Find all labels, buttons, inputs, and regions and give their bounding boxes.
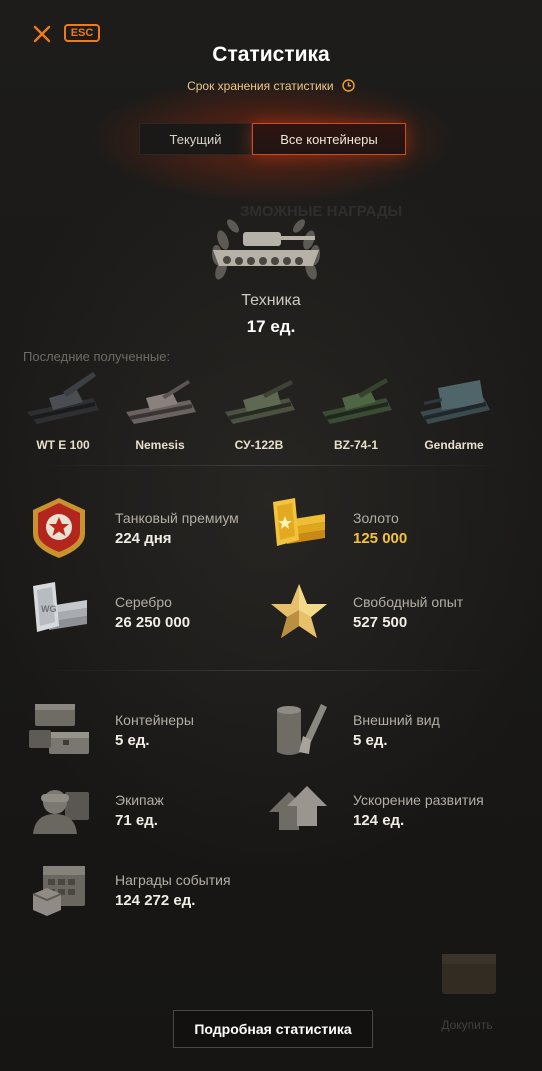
stat-value: 26 250 000: [115, 614, 191, 631]
customization-paint-icon: [277, 704, 327, 755]
stat-label: Ускорение развития: [353, 792, 484, 808]
tank-icon: [225, 380, 295, 424]
stat-silver: WG Серебро 26 250 000: [27, 580, 257, 644]
stat-free-xp: Свободный опыт 527 500: [265, 580, 495, 644]
recent-vehicle-card[interactable]: СУ-122В: [214, 368, 304, 458]
containers-icon: [29, 704, 89, 754]
divider: [30, 670, 510, 671]
retention-label: Срок хранения статистики: [187, 79, 334, 93]
stat-value: 125 000: [353, 530, 408, 547]
tank-icon: [420, 380, 490, 424]
tab-current[interactable]: Текущий: [139, 123, 252, 155]
tab-bar: Текущий Все контейнеры: [139, 123, 406, 155]
stat-label: Золото: [353, 510, 399, 526]
tab-all-containers[interactable]: Все контейнеры: [252, 123, 406, 155]
crew-icon: [33, 790, 89, 834]
stat-crew: Экипаж 71 ед.: [27, 778, 257, 842]
stat-label: Танковый премиум: [115, 510, 239, 526]
stat-label: Серебро: [115, 594, 172, 610]
esc-key-badge[interactable]: ESC: [64, 24, 100, 42]
stat-label: Свободный опыт: [353, 594, 464, 610]
silver-icon: WG: [33, 582, 87, 632]
buy-container-icon: [438, 948, 500, 1000]
stat-premium: Танковый премиум 224 дня: [27, 496, 257, 560]
tank-name: Nemesis: [135, 438, 185, 452]
event-rewards-calendar-icon: [32, 866, 85, 916]
stat-value: 5 ед.: [115, 732, 150, 749]
stat-containers: Контейнеры 5 ед.: [27, 698, 257, 762]
buy-more-label[interactable]: Докупить: [430, 1018, 504, 1032]
svg-text:WG: WG: [41, 604, 57, 614]
tank-icon: [322, 378, 392, 424]
stat-gold: Золото 125 000: [265, 496, 495, 560]
tank-icon: [27, 372, 99, 424]
detailed-stats-button[interactable]: Подробная статистика: [173, 1010, 373, 1048]
stat-value: 124 272 ед.: [115, 892, 196, 909]
recent-vehicle-card[interactable]: Nemesis: [115, 368, 205, 458]
stat-value: 5 ед.: [353, 732, 388, 749]
recent-vehicles-label: Последние полученные:: [23, 349, 171, 364]
stat-value: 124 ед.: [353, 812, 405, 829]
tank-name: Gendarme: [424, 438, 484, 452]
vehicles-label: Техника: [241, 292, 301, 309]
tank-name: СУ-122В: [234, 438, 284, 452]
stat-label: Награды события: [115, 872, 231, 888]
clock-icon[interactable]: [342, 79, 355, 92]
stat-event-rewards: Награды события 124 272 ед.: [27, 858, 257, 922]
stat-acceleration: Ускорение развития 124 ед.: [265, 778, 495, 842]
acceleration-arrows-icon: [269, 786, 327, 830]
vehicles-count: 17 ед.: [246, 317, 296, 336]
recent-vehicle-card[interactable]: WT E 100: [18, 368, 108, 458]
free-xp-star-icon: [271, 584, 327, 638]
tank-icon: [126, 380, 196, 424]
recent-vehicle-card[interactable]: Gendarme: [409, 368, 499, 458]
stat-customization: Внешний вид 5 ед.: [265, 698, 495, 762]
gold-icon: [273, 498, 325, 546]
recent-vehicle-card[interactable]: BZ-74-1: [311, 368, 401, 458]
stat-label: Контейнеры: [115, 712, 194, 728]
tank-name: WT E 100: [36, 438, 90, 452]
stat-label: Экипаж: [115, 792, 164, 808]
page-title: Статистика: [212, 43, 330, 66]
divider: [30, 465, 510, 466]
stats-retention-info[interactable]: Срок хранения статистики: [0, 79, 542, 93]
stat-value: 71 ед.: [115, 812, 158, 829]
stat-value: 224 дня: [115, 530, 172, 547]
tank-name: BZ-74-1: [333, 438, 378, 452]
stat-value: 527 500: [353, 614, 408, 631]
premium-badge-icon: [33, 498, 85, 558]
stat-label: Внешний вид: [353, 712, 440, 728]
vehicle-emblem-icon: [201, 200, 331, 300]
